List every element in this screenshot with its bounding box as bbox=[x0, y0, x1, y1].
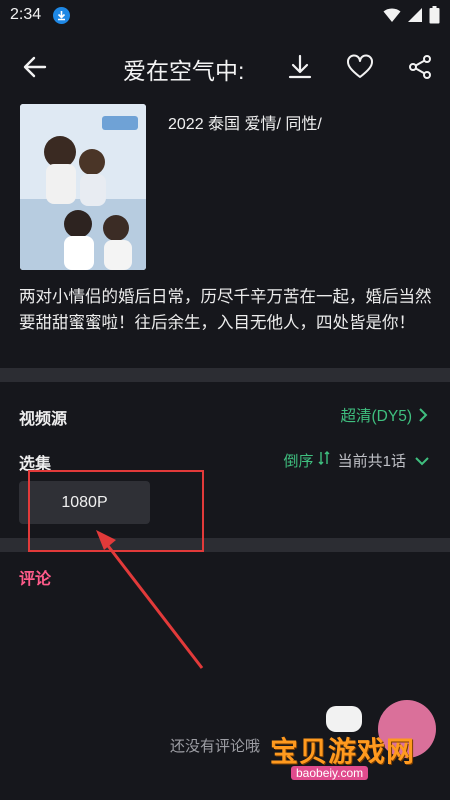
site-watermark: 宝贝游戏网 baobeiy.com bbox=[270, 700, 442, 790]
watermark-brand: 宝贝游戏网 bbox=[270, 736, 416, 767]
annotation-arrow bbox=[96, 530, 204, 669]
gamepad-icon bbox=[326, 706, 362, 732]
watermark-domain: baobeiy.com bbox=[291, 766, 369, 780]
